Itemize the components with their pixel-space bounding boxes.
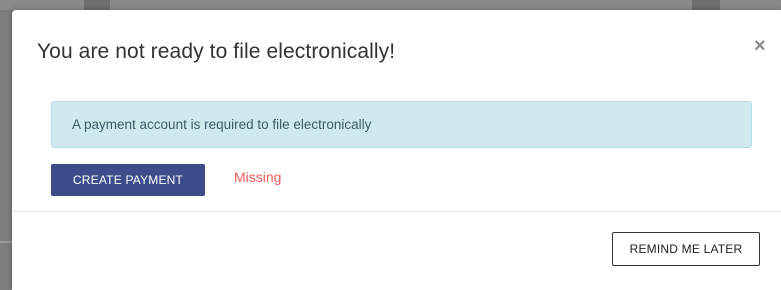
close-icon[interactable]: × — [754, 36, 766, 56]
missing-status-text: Missing — [234, 169, 282, 185]
alert-message: A payment account is required to file el… — [72, 117, 372, 132]
backdrop-element — [692, 0, 720, 10]
modal-title: You are not ready to file electronically… — [37, 40, 396, 63]
footer-divider — [12, 211, 781, 212]
backdrop-element — [0, 241, 12, 243]
page-backdrop — [0, 0, 781, 10]
backdrop-element — [84, 0, 110, 10]
info-alert: A payment account is required to file el… — [51, 101, 752, 148]
efile-readiness-modal: You are not ready to file electronically… — [12, 10, 781, 290]
remind-me-later-button[interactable]: REMIND ME LATER — [612, 232, 760, 266]
modal-header: You are not ready to file electronically… — [12, 10, 781, 90]
create-payment-button[interactable]: CREATE PAYMENT — [51, 164, 205, 196]
